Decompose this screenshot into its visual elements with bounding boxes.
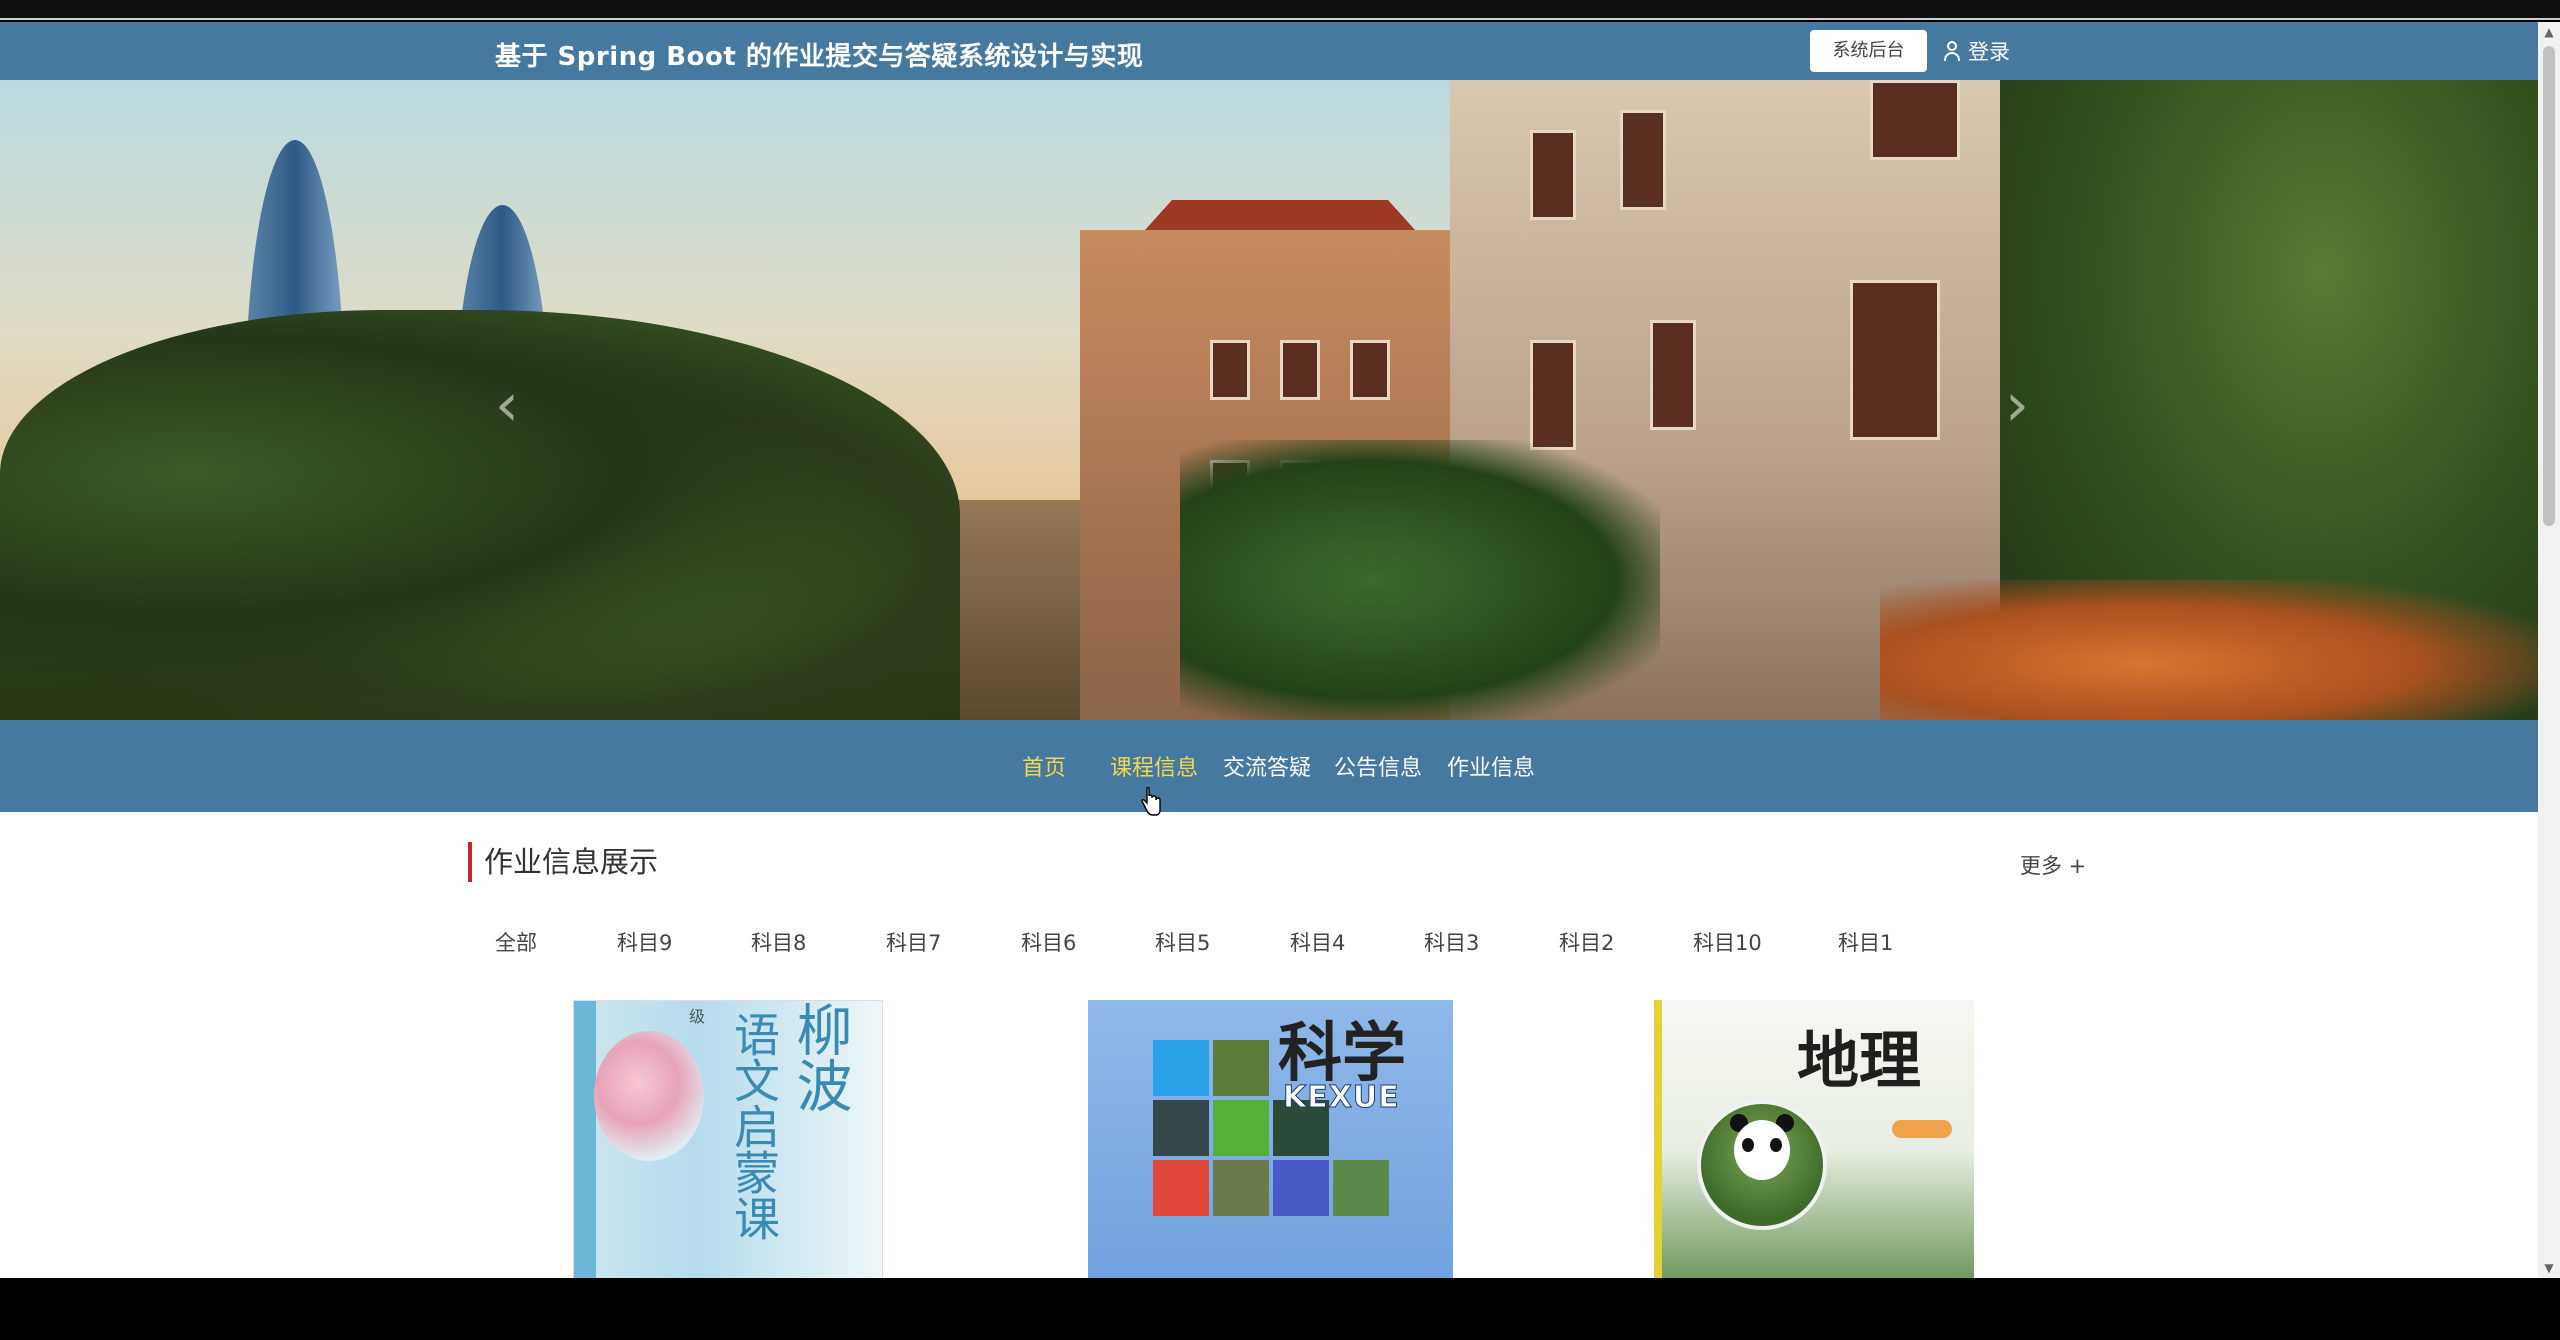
- subject-tabs: 全部 科目9 科目8 科目7 科目6 科目5 科目4 科目3 科目2 科目10 …: [0, 927, 2538, 967]
- tab-subject-2[interactable]: 科目2: [1559, 927, 1614, 957]
- tab-subject-10[interactable]: 科目10: [1693, 927, 1762, 957]
- admin-button[interactable]: 系统后台: [1810, 30, 1927, 72]
- nav-item-notices[interactable]: 公告信息: [1334, 750, 1422, 782]
- chevron-right-icon[interactable]: ›: [2005, 370, 2029, 440]
- nav-item-qa[interactable]: 交流答疑: [1223, 750, 1311, 782]
- page-scrollbar[interactable]: ▲ ▼: [2538, 22, 2560, 1278]
- tab-subject-6[interactable]: 科目6: [1021, 927, 1076, 957]
- cover-author: 柳波: [787, 1001, 852, 1113]
- scroll-down-icon[interactable]: ▼: [2538, 1258, 2560, 1278]
- browser-viewport: 基于 Spring Boot 的作业提交与答疑系统设计与实现 系统后台 登录 ‹…: [0, 22, 2538, 1278]
- tab-all[interactable]: 全部: [495, 927, 537, 957]
- banner-autumn-leaves: [1880, 580, 2538, 720]
- homework-card-science[interactable]: 科学 KEXUE: [1088, 1000, 1453, 1278]
- user-icon: [1942, 40, 1962, 62]
- tab-subject-3[interactable]: 科目3: [1424, 927, 1479, 957]
- cover-title: 语文启蒙课: [727, 1011, 781, 1241]
- tab-subject-7[interactable]: 科目7: [886, 927, 941, 957]
- cover-subtitle: KEXUE: [1283, 1080, 1400, 1116]
- hand-cursor-icon: [1141, 787, 1161, 816]
- panda-illustration: [1734, 1120, 1790, 1180]
- book-spine: [574, 1001, 596, 1278]
- chevron-left-icon[interactable]: ‹: [495, 370, 519, 440]
- tab-subject-4[interactable]: 科目4: [1290, 927, 1345, 957]
- cover-badge: [1892, 1120, 1952, 1138]
- main-nav: 首页 课程信息 交流答疑 公告信息 作业信息: [0, 720, 2538, 812]
- scroll-up-icon[interactable]: ▲: [2538, 22, 2560, 42]
- cover-title: 地理: [1797, 1024, 1922, 1097]
- homework-card-chinese[interactable]: 级 语文启蒙课 柳波: [573, 1000, 883, 1278]
- banner-palms: [0, 310, 960, 720]
- blossom-illustration: [594, 1031, 704, 1161]
- site-title: 基于 Spring Boot 的作业提交与答疑系统设计与实现: [495, 42, 1144, 72]
- nav-item-home[interactable]: 首页: [1022, 750, 1066, 782]
- site-header: 基于 Spring Boot 的作业提交与答疑系统设计与实现 系统后台 登录: [0, 22, 2538, 80]
- tab-subject-5[interactable]: 科目5: [1155, 927, 1210, 957]
- nav-item-courses[interactable]: 课程信息: [1110, 750, 1198, 782]
- cover-badge: 级: [689, 1007, 706, 1026]
- screen: 基于 Spring Boot 的作业提交与答疑系统设计与实现 系统后台 登录 ‹…: [0, 0, 2560, 1340]
- tab-subject-9[interactable]: 科目9: [617, 927, 672, 957]
- section-title: 作业信息展示: [468, 842, 658, 882]
- window-bottom-bar: [0, 1278, 2560, 1340]
- window-top-strip: [0, 0, 2560, 20]
- nav-item-homework[interactable]: 作业信息: [1447, 750, 1535, 782]
- tab-subject-8[interactable]: 科目8: [751, 927, 806, 957]
- login-link[interactable]: 登录: [1942, 36, 2010, 66]
- banner-trees: [1180, 440, 1660, 720]
- more-link[interactable]: 更多 +: [2020, 850, 2086, 880]
- scrollbar-thumb[interactable]: [2543, 46, 2555, 526]
- login-label: 登录: [1968, 40, 2010, 64]
- banner-carousel[interactable]: ‹ ›: [0, 80, 2538, 720]
- homework-card-geography[interactable]: 地理: [1654, 1000, 1974, 1278]
- tab-subject-1[interactable]: 科目1: [1838, 927, 1893, 957]
